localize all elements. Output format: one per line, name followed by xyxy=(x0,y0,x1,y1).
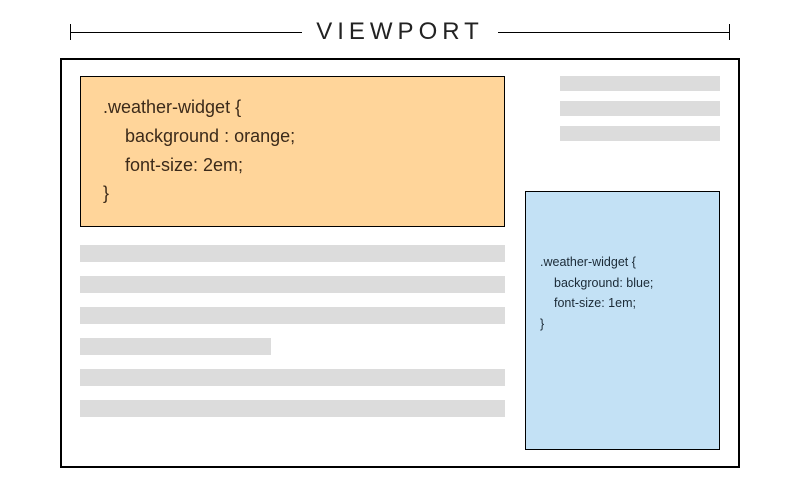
content-placeholder-bar xyxy=(80,338,271,355)
content-placeholder-bar xyxy=(80,276,505,293)
viewport-label: VIEWPORT xyxy=(316,18,484,46)
side-spacer xyxy=(525,151,720,191)
orange-rule-background: background : orange; xyxy=(103,122,482,151)
side-column: .weather-widget { background: blue; font… xyxy=(525,76,720,450)
orange-rule-fontsize: font-size: 2em; xyxy=(103,151,482,180)
orange-close: } xyxy=(103,179,482,208)
bracket-left xyxy=(70,26,302,38)
viewport-frame: .weather-widget { background : orange; f… xyxy=(60,58,740,468)
blue-rule-background: background: blue; xyxy=(540,273,705,294)
content-placeholder-bar xyxy=(80,245,505,262)
side-placeholder-bar xyxy=(560,101,720,116)
content-placeholder-bar xyxy=(80,400,505,417)
main-column: .weather-widget { background : orange; f… xyxy=(80,76,505,450)
blue-widget: .weather-widget { background: blue; font… xyxy=(525,191,720,450)
blue-selector: .weather-widget { xyxy=(540,252,705,273)
blue-rule-fontsize: font-size: 1em; xyxy=(540,293,705,314)
side-placeholder-bar xyxy=(560,126,720,141)
blue-close: } xyxy=(540,314,705,335)
viewport-label-row: VIEWPORT xyxy=(0,0,800,58)
orange-widget: .weather-widget { background : orange; f… xyxy=(80,76,505,227)
content-placeholder-bar xyxy=(80,307,505,324)
side-placeholder-bar xyxy=(560,76,720,91)
bracket-right xyxy=(498,26,730,38)
content-placeholder-bar xyxy=(80,369,505,386)
orange-selector: .weather-widget { xyxy=(103,93,482,122)
